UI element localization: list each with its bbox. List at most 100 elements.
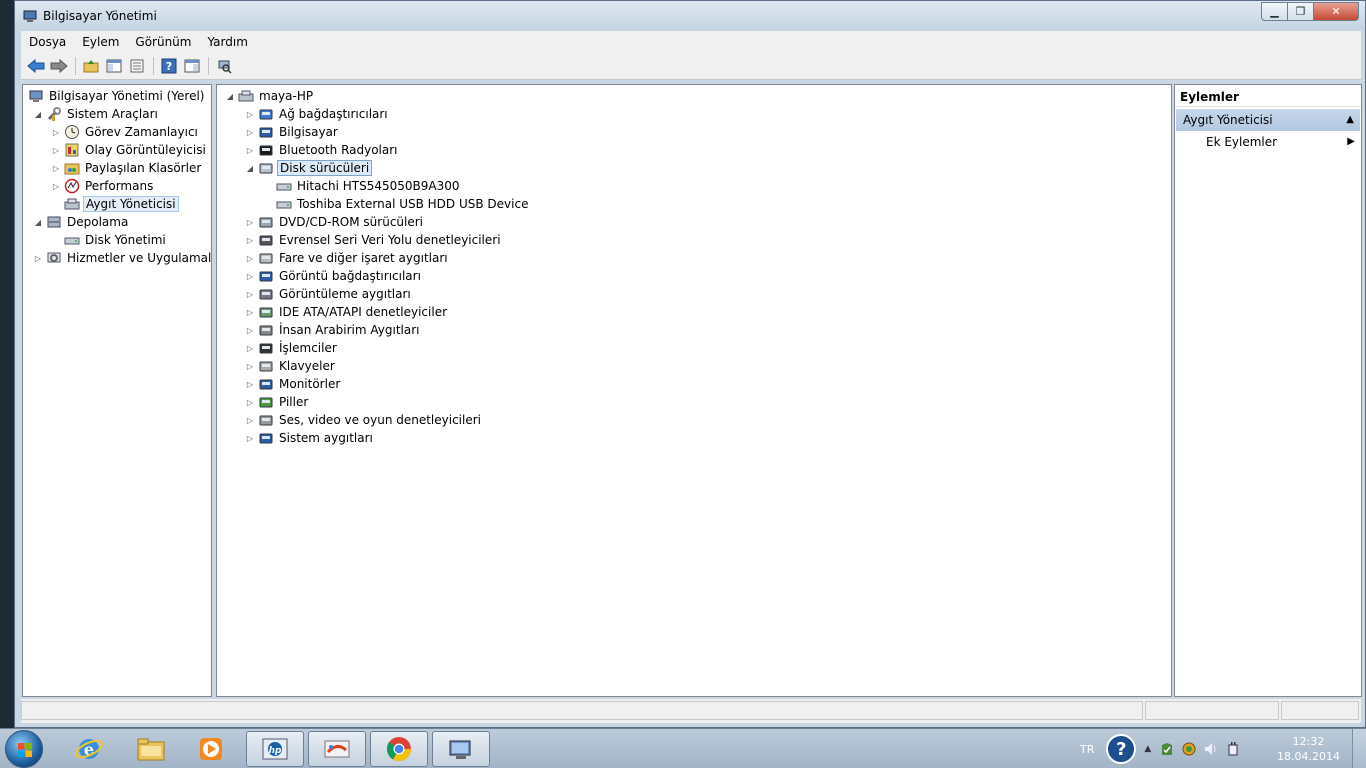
device-category[interactable]: ▷ Fare ve diğer işaret aygıtları	[245, 249, 450, 267]
expand-triangle-icon[interactable]: ▷	[245, 254, 255, 263]
expand-triangle-icon[interactable]: ▷	[245, 218, 255, 227]
expand-triangle-icon[interactable]: ▷	[245, 290, 255, 299]
expand-triangle-icon[interactable]: ▷	[245, 326, 255, 335]
device-category[interactable]: ▷ İşlemciler	[245, 339, 339, 357]
tree-item-event-viewer[interactable]: ▷ Olay Görüntüleyicisi	[51, 141, 208, 159]
device-category[interactable]: ▷ Bilgisayar	[245, 123, 340, 141]
expand-triangle-icon[interactable]: ▷	[245, 362, 255, 371]
taskbar-paint[interactable]	[308, 731, 366, 767]
minimize-button[interactable]: ▁	[1261, 2, 1288, 21]
expand-triangle-icon[interactable]: ▷	[245, 128, 255, 137]
device-category[interactable]: ▷ Ses, video ve oyun denetleyicileri	[245, 411, 483, 429]
expand-triangle-icon[interactable]: ▷	[245, 308, 255, 317]
taskbar-media-player[interactable]	[182, 731, 240, 767]
expand-triangle-icon[interactable]: ▷	[245, 416, 255, 425]
collapse-up-icon[interactable]: ▲	[1346, 114, 1354, 125]
start-button[interactable]	[5, 730, 43, 768]
actions-group-device-manager[interactable]: Aygıt Yöneticisi ▲	[1176, 109, 1360, 131]
show-hide-tree-button[interactable]	[103, 56, 125, 76]
more-actions-item[interactable]: Ek Eylemler	[1206, 135, 1277, 149]
device-category[interactable]: ▷ Piller	[245, 393, 310, 411]
taskbar-internet-explorer[interactable]: e	[60, 731, 118, 767]
tree-item-performance[interactable]: ▷ Performans	[51, 177, 155, 195]
tree-item-services-applications[interactable]: ▷ Hizmetler ve Uygulamalar	[33, 249, 211, 267]
status-segment	[1281, 701, 1359, 720]
processor-icon	[258, 340, 274, 356]
menu-gorunum[interactable]: Görünüm	[127, 35, 199, 49]
show-action-pane-button[interactable]	[181, 56, 203, 76]
device-category[interactable]: ▷ Görüntü bağdaştırıcıları	[245, 267, 423, 285]
maximize-button[interactable]: ❐	[1287, 2, 1314, 21]
expand-triangle-icon[interactable]: ▷	[245, 110, 255, 119]
show-desktop-button[interactable]	[1352, 729, 1366, 768]
expand-triangle-icon[interactable]: ▷	[245, 344, 255, 353]
expand-triangle-icon[interactable]: ▷	[245, 380, 255, 389]
device-category[interactable]: ▷ Sistem aygıtları	[245, 429, 375, 447]
language-indicator[interactable]: TR	[1080, 743, 1094, 756]
expand-triangle-icon[interactable]: ▷	[245, 146, 255, 155]
menu-yardim[interactable]: Yardım	[199, 35, 255, 49]
device-category[interactable]: ▷ Görüntüleme aygıtları	[245, 285, 413, 303]
collapse-triangle-icon[interactable]: ◢	[33, 110, 43, 119]
device-category[interactable]: ▷ İnsan Arabirim Aygıtları	[245, 321, 422, 339]
storage-icon	[46, 214, 62, 230]
dvd-drive-icon	[258, 214, 274, 230]
show-hidden-icons-button[interactable]: ▲	[1144, 744, 1151, 754]
expand-triangle-icon[interactable]: ▷	[245, 434, 255, 443]
device-category-label: Evrensel Seri Veri Yolu denetleyicileri	[279, 233, 501, 247]
collapse-triangle-icon[interactable]: ◢	[245, 164, 255, 173]
tree-label: Aygıt Yöneticisi	[83, 196, 179, 212]
forward-button[interactable]	[48, 56, 70, 76]
device-category[interactable]: ◢ Disk sürücüleri	[245, 159, 373, 177]
title-bar[interactable]: Bilgisayar Yönetimi ▁ ❐ ✕	[15, 1, 1365, 31]
device-category[interactable]: ▷ DVD/CD-ROM sürücüleri	[245, 213, 425, 231]
tree-item-computer-management[interactable]: Bilgisayar Yönetimi (Yerel)	[25, 87, 206, 105]
back-button[interactable]	[25, 56, 47, 76]
collapse-triangle-icon[interactable]: ◢	[33, 218, 43, 227]
properties-button[interactable]	[126, 56, 148, 76]
action-center-icon[interactable]	[1159, 741, 1175, 757]
help-button[interactable]: ?	[158, 56, 180, 76]
tree-item-storage[interactable]: ◢ Depolama	[33, 213, 130, 231]
close-button[interactable]: ✕	[1313, 2, 1359, 21]
menu-eylem[interactable]: Eylem	[74, 35, 127, 49]
menu-dosya[interactable]: Dosya	[21, 35, 74, 49]
tree-item-shared-folders[interactable]: ▷ Paylaşılan Klasörler	[51, 159, 203, 177]
expand-triangle-icon[interactable]: ▷	[33, 254, 43, 263]
disk-drive-item[interactable]: Toshiba External USB HDD USB Device	[273, 195, 530, 213]
device-category[interactable]: ▷ Bluetooth Radyoları	[245, 141, 400, 159]
up-one-level-button[interactable]	[80, 56, 102, 76]
expand-triangle-icon[interactable]: ▷	[51, 182, 61, 191]
tree-item-device-manager[interactable]: Aygıt Yöneticisi	[61, 195, 179, 213]
expand-triangle-icon[interactable]: ▷	[51, 164, 61, 173]
help-tray-button[interactable]: ?	[1106, 734, 1137, 764]
expand-triangle-icon[interactable]: ▷	[245, 272, 255, 281]
expand-triangle-icon[interactable]: ▷	[51, 128, 61, 137]
tree-item-disk-management[interactable]: Disk Yönetimi	[61, 231, 168, 249]
network-icon[interactable]	[1181, 741, 1197, 757]
device-category[interactable]: ▷ IDE ATA/ATAPI denetleyiciler	[245, 303, 449, 321]
taskbar-hp-app[interactable]: hp	[246, 731, 304, 767]
taskbar-chrome[interactable]	[370, 731, 428, 767]
device-category[interactable]: ▷ Klavyeler	[245, 357, 337, 375]
disk-drive-item[interactable]: Hitachi HTS545050B9A300	[273, 177, 462, 195]
collapse-triangle-icon[interactable]: ◢	[225, 92, 235, 101]
tree-item-task-scheduler[interactable]: ▷ Görev Zamanlayıcı	[51, 123, 200, 141]
submenu-arrow-icon[interactable]: ▶	[1347, 136, 1355, 147]
device-root[interactable]: ◢ maya-HP	[225, 87, 315, 105]
power-plug-icon[interactable]	[1225, 741, 1241, 757]
device-category[interactable]: ▷ Ağ bağdaştırıcıları	[245, 105, 390, 123]
taskbar-explorer[interactable]	[122, 731, 180, 767]
expand-triangle-icon[interactable]: ▷	[51, 146, 61, 155]
expand-triangle-icon[interactable]: ▷	[245, 236, 255, 245]
expand-triangle-icon[interactable]: ▷	[245, 398, 255, 407]
tree-label: Depolama	[67, 215, 129, 229]
clock[interactable]: 12:32 18.04.2014	[1277, 734, 1340, 764]
tree-item-system-tools[interactable]: ◢ Sistem Araçları	[33, 105, 160, 123]
volume-icon[interactable]	[1203, 741, 1219, 757]
scan-hardware-icon	[218, 60, 232, 74]
device-category[interactable]: ▷ Evrensel Seri Veri Yolu denetleyicileri	[245, 231, 503, 249]
scan-hardware-button[interactable]	[213, 56, 235, 76]
device-category[interactable]: ▷ Monitörler	[245, 375, 342, 393]
taskbar-computer-management[interactable]	[432, 731, 490, 767]
